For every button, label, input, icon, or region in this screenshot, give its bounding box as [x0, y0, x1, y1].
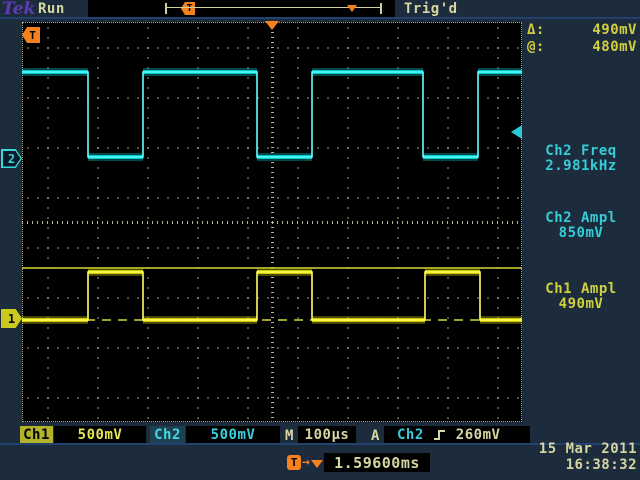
measurement-label: Ch1 Ampl: [525, 282, 637, 297]
ch1-ground-marker[interactable]: 1: [1, 309, 22, 328]
cursor-delta-readout: Δ: 490mV: [527, 22, 637, 38]
measurement-label: Ch2 Ampl: [525, 211, 637, 226]
oscilloscope-screen: Tek Run T Trig'd T 2 1 Δ: 490mV @: 480mV…: [0, 0, 640, 480]
waveform-display: [22, 22, 522, 422]
delta-label: Δ:: [527, 22, 545, 38]
delay-time-readout: 1.59600ms: [324, 453, 430, 472]
measurement-ch2-freq: Ch2 Freq 2.981kHz: [525, 144, 637, 174]
measurement-ch1-ampl: Ch1 Ampl 490mV: [525, 282, 637, 312]
timebase-value: 100µs: [298, 426, 356, 444]
trigger-level-arrow-icon[interactable]: [511, 125, 522, 139]
measurement-label: Ch2 Freq: [525, 144, 637, 159]
at-value: 480mV: [592, 39, 637, 55]
acquisition-status: Run: [38, 1, 65, 17]
delay-position-icon: [311, 460, 323, 468]
trigger-level-value: 260mV: [456, 427, 501, 443]
trigger-status: Trig'd: [404, 1, 458, 17]
timebase-label: M: [285, 428, 294, 444]
measurement-ch2-ampl: Ch2 Ampl 850mV: [525, 211, 637, 241]
at-label: @:: [527, 39, 545, 55]
measurement-value: 490mV: [525, 297, 637, 312]
measurement-value: 2.981kHz: [525, 159, 637, 174]
trigger-position-mini-icon: [347, 5, 357, 12]
ch2-scale: 500mV: [186, 426, 280, 444]
ch2-ground-marker[interactable]: 2: [1, 149, 22, 168]
ch1-scale: 500mV: [54, 426, 146, 444]
rising-edge-slope-icon: [432, 428, 448, 442]
acquisition-window-bar: [165, 3, 382, 14]
trigger-position-icon[interactable]: [265, 21, 279, 30]
date-readout: 15 Mar 2011: [531, 441, 637, 457]
trigger-menu-label: A: [371, 428, 380, 444]
ch1-trace: [22, 272, 522, 320]
delta-value: 490mV: [592, 22, 637, 38]
delay-arrow-icon: →: [302, 455, 310, 470]
trigger-readout: Ch2 260mV: [384, 426, 530, 444]
time-readout: 16:38:32: [531, 457, 637, 473]
trigger-source: Ch2: [397, 427, 424, 443]
ch2-badge[interactable]: Ch2: [150, 426, 185, 444]
trigger-delay-icon: T: [287, 455, 301, 470]
measurement-value: 850mV: [525, 226, 637, 241]
acquisition-window-box: T: [88, 0, 395, 17]
ch2-trace: [22, 72, 522, 157]
ch1-badge[interactable]: Ch1: [20, 426, 53, 444]
top-divider: [0, 17, 640, 19]
cursor-at-readout: @: 480mV: [527, 39, 637, 55]
